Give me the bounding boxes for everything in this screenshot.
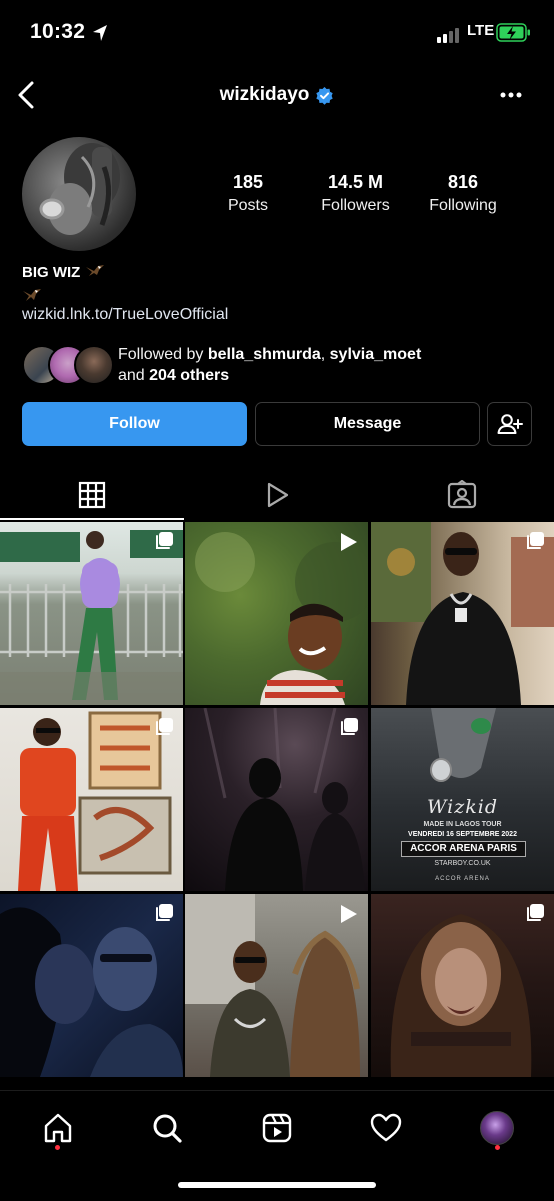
heart-icon bbox=[370, 1113, 402, 1142]
post-thumbnail[interactable] bbox=[0, 894, 183, 1077]
mutual-others-count[interactable]: 204 others bbox=[149, 367, 229, 384]
carousel-badge-icon bbox=[156, 532, 173, 549]
post-thumbnail[interactable] bbox=[185, 894, 368, 1077]
nav-search[interactable] bbox=[147, 1108, 187, 1148]
grid-icon bbox=[78, 481, 106, 509]
tab-posts-grid[interactable] bbox=[0, 475, 184, 515]
username-title: wizkidayo bbox=[219, 84, 310, 105]
poster-date: VENDREDI 16 SEPTEMBRE 2022 bbox=[408, 831, 517, 838]
profile-notification-dot bbox=[495, 1145, 500, 1150]
network-type: LTE bbox=[467, 22, 495, 39]
active-tab-indicator bbox=[0, 518, 184, 520]
carousel-badge-icon bbox=[527, 532, 544, 549]
stat-posts[interactable]: 185 Posts bbox=[208, 172, 288, 215]
carousel-badge-icon bbox=[527, 904, 544, 921]
poster-site: STARBOY.CO.UK bbox=[434, 860, 491, 867]
reel-badge-icon bbox=[341, 905, 357, 923]
reel-badge-icon bbox=[341, 533, 357, 551]
more-options-icon[interactable] bbox=[500, 91, 522, 99]
followed-by-separator: , bbox=[320, 346, 330, 363]
follow-button[interactable]: Follow bbox=[22, 402, 247, 446]
nav-home[interactable] bbox=[38, 1108, 78, 1148]
location-arrow-icon bbox=[93, 25, 107, 41]
verified-badge-icon bbox=[316, 86, 334, 105]
poster-venue: ACCOR ARENA PARIS bbox=[401, 841, 526, 857]
post-thumbnail[interactable] bbox=[0, 522, 183, 705]
nav-activity[interactable] bbox=[366, 1108, 406, 1148]
followed-by-prefix: Followed by bbox=[118, 346, 208, 363]
poster-arena-logo: ACCOR ARENA bbox=[435, 876, 490, 882]
profile-avatar[interactable] bbox=[22, 137, 136, 251]
carousel-badge-icon bbox=[341, 718, 358, 735]
post-thumbnail[interactable] bbox=[371, 894, 554, 1077]
add-user-icon bbox=[497, 414, 523, 434]
mutual-user-2[interactable]: sylvia_moet bbox=[330, 346, 422, 363]
bio-link[interactable]: wizkid.lnk.to/TrueLoveOfficial bbox=[22, 306, 228, 324]
stat-following-value: 816 bbox=[447, 172, 479, 192]
post-thumbnail[interactable] bbox=[185, 522, 368, 705]
mutual-avatar bbox=[74, 345, 114, 385]
reels-icon bbox=[262, 1113, 292, 1143]
nav-reels[interactable] bbox=[257, 1108, 297, 1148]
stat-posts-value: 185 bbox=[232, 172, 264, 192]
home-icon bbox=[44, 1113, 72, 1143]
battery-charging-icon bbox=[496, 23, 530, 42]
post-thumbnail[interactable]: Wizkid MADE IN LAGOS TOUR VENDREDI 16 SE… bbox=[371, 708, 554, 891]
tagged-icon bbox=[447, 480, 477, 509]
carousel-badge-icon bbox=[156, 904, 173, 921]
search-icon bbox=[153, 1114, 182, 1143]
display-name-text: BIG WIZ bbox=[22, 264, 81, 281]
mutual-user-1[interactable]: bella_shmurda bbox=[208, 346, 321, 363]
reels-icon bbox=[267, 482, 289, 508]
tab-reels[interactable] bbox=[185, 475, 369, 515]
home-indicator bbox=[178, 1182, 376, 1188]
profile-header: wizkidayo bbox=[0, 84, 554, 106]
post-thumbnail[interactable] bbox=[0, 708, 183, 891]
carousel-badge-icon bbox=[156, 718, 173, 735]
stat-following-label: Following bbox=[429, 197, 497, 214]
poster-tour: MADE IN LAGOS TOUR bbox=[423, 821, 502, 828]
followed-by-text[interactable]: Followed by bella_shmurda, sylvia_moet a… bbox=[118, 344, 421, 386]
profile-nav-avatar bbox=[480, 1111, 514, 1145]
eagle-emoji-icon bbox=[85, 265, 104, 276]
post-thumbnail[interactable] bbox=[185, 708, 368, 891]
stat-followers[interactable]: 14.5 M Followers bbox=[308, 172, 403, 215]
stat-following[interactable]: 816 Following bbox=[420, 172, 506, 215]
posts-grid: Wizkid MADE IN LAGOS TOUR VENDREDI 16 SE… bbox=[0, 522, 554, 1082]
tab-tagged[interactable] bbox=[370, 475, 554, 515]
status-bar: 10:32 LTE bbox=[0, 0, 554, 66]
suggested-users-button[interactable] bbox=[487, 402, 532, 446]
stat-posts-label: Posts bbox=[227, 197, 268, 214]
stat-followers-label: Followers bbox=[321, 197, 390, 214]
mutual-followers-avatars[interactable] bbox=[22, 345, 114, 385]
nav-profile[interactable] bbox=[477, 1108, 517, 1148]
poster-artist: Wizkid bbox=[426, 796, 499, 818]
home-notification-dot bbox=[55, 1145, 60, 1150]
message-button[interactable]: Message bbox=[255, 402, 480, 446]
profile-display-name: BIG WIZ bbox=[22, 264, 105, 281]
status-time: 10:32 bbox=[30, 20, 86, 43]
signal-icon bbox=[437, 28, 459, 43]
avatar-photo bbox=[39, 143, 120, 235]
post-thumbnail[interactable] bbox=[371, 522, 554, 705]
stat-followers-value: 14.5 M bbox=[327, 172, 384, 192]
eagle-emoji-icon bbox=[23, 289, 41, 301]
followed-by-and: and bbox=[118, 367, 150, 384]
